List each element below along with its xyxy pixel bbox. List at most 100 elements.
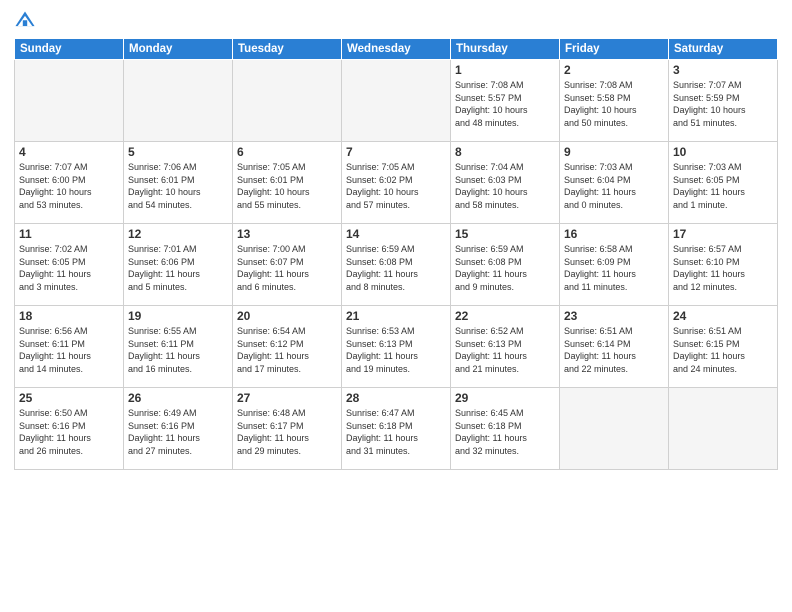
- calendar-cell: 8 Sunrise: 7:04 AM Sunset: 6:03 PM Daylig…: [451, 142, 560, 224]
- calendar-cell: 17 Sunrise: 6:57 AM Sunset: 6:10 PM Dayli…: [669, 224, 778, 306]
- calendar-cell: 22 Sunrise: 6:52 AM Sunset: 6:13 PM Dayli…: [451, 306, 560, 388]
- calendar-row: 1Sunrise: 7:08 AM Sunset: 5:57 PM Daylig…: [15, 60, 778, 142]
- cell-info: Sunrise: 6:45 AM Sunset: 6:18 PM Dayligh…: [455, 407, 555, 457]
- logo-icon: [14, 10, 36, 32]
- calendar: SundayMondayTuesdayWednesdayThursdayFrid…: [14, 38, 778, 470]
- calendar-cell: 14 Sunrise: 6:59 AM Sunset: 6:08 PM Dayli…: [342, 224, 451, 306]
- calendar-cell: 4 Sunrise: 7:07 AM Sunset: 6:00 PM Daylig…: [15, 142, 124, 224]
- calendar-cell: 5 Sunrise: 7:06 AM Sunset: 6:01 PM Daylig…: [124, 142, 233, 224]
- day-number: 26: [128, 391, 228, 405]
- day-header-saturday: Saturday: [669, 39, 778, 60]
- day-number: 3: [673, 63, 773, 77]
- cell-info: Sunrise: 6:51 AM Sunset: 6:14 PM Dayligh…: [564, 325, 664, 375]
- day-number: 15: [455, 227, 555, 241]
- calendar-cell: [124, 60, 233, 142]
- calendar-cell: 18 Sunrise: 6:56 AM Sunset: 6:11 PM Dayli…: [15, 306, 124, 388]
- day-number: 25: [19, 391, 119, 405]
- calendar-cell: 23Sunrise: 6:51 AM Sunset: 6:14 PM Dayli…: [560, 306, 669, 388]
- cell-info: Sunrise: 6:50 AM Sunset: 6:16 PM Dayligh…: [19, 407, 119, 457]
- cell-info: Sunrise: 7:02 AM Sunset: 6:05 PM Dayligh…: [19, 243, 119, 293]
- day-number: 27: [237, 391, 337, 405]
- cell-info: Sunrise: 6:58 AM Sunset: 6:09 PM Dayligh…: [564, 243, 664, 293]
- calendar-cell: [342, 60, 451, 142]
- calendar-cell: 24 Sunrise: 6:51 AM Sunset: 6:15 PM Dayli…: [669, 306, 778, 388]
- day-number: 2: [564, 63, 664, 77]
- cell-info: Sunrise: 6:52 AM Sunset: 6:13 PM Dayligh…: [455, 325, 555, 375]
- cell-info: Sunrise: 7:04 AM Sunset: 6:03 PM Dayligh…: [455, 161, 555, 211]
- cell-info: Sunrise: 7:00 AM Sunset: 6:07 PM Dayligh…: [237, 243, 337, 293]
- logo: [14, 10, 40, 32]
- day-number: 29: [455, 391, 555, 405]
- calendar-cell: 28 Sunrise: 6:47 AM Sunset: 6:18 PM Dayli…: [342, 388, 451, 470]
- day-header-tuesday: Tuesday: [233, 39, 342, 60]
- day-header-monday: Monday: [124, 39, 233, 60]
- calendar-cell: 2 Sunrise: 7:08 AM Sunset: 5:58 PM Daylig…: [560, 60, 669, 142]
- day-number: 19: [128, 309, 228, 323]
- day-number: 16: [564, 227, 664, 241]
- day-number: 8: [455, 145, 555, 159]
- header: [14, 10, 778, 32]
- calendar-cell: 27 Sunrise: 6:48 AM Sunset: 6:17 PM Dayli…: [233, 388, 342, 470]
- cell-info: Sunrise: 7:03 AM Sunset: 6:04 PM Dayligh…: [564, 161, 664, 211]
- cell-info: Sunrise: 6:51 AM Sunset: 6:15 PM Dayligh…: [673, 325, 773, 375]
- calendar-cell: 26 Sunrise: 6:49 AM Sunset: 6:16 PM Dayli…: [124, 388, 233, 470]
- calendar-cell: 6 Sunrise: 7:05 AM Sunset: 6:01 PM Daylig…: [233, 142, 342, 224]
- day-number: 9: [564, 145, 664, 159]
- calendar-cell: 7Sunrise: 7:05 AM Sunset: 6:02 PM Daylig…: [342, 142, 451, 224]
- cell-info: Sunrise: 6:55 AM Sunset: 6:11 PM Dayligh…: [128, 325, 228, 375]
- day-header-sunday: Sunday: [15, 39, 124, 60]
- day-number: 22: [455, 309, 555, 323]
- calendar-row: 18 Sunrise: 6:56 AM Sunset: 6:11 PM Dayli…: [15, 306, 778, 388]
- day-header-wednesday: Wednesday: [342, 39, 451, 60]
- cell-info: Sunrise: 6:54 AM Sunset: 6:12 PM Dayligh…: [237, 325, 337, 375]
- calendar-cell: 16 Sunrise: 6:58 AM Sunset: 6:09 PM Dayli…: [560, 224, 669, 306]
- cell-info: Sunrise: 7:05 AM Sunset: 6:02 PM Dayligh…: [346, 161, 446, 211]
- calendar-cell: [233, 60, 342, 142]
- day-header-friday: Friday: [560, 39, 669, 60]
- calendar-cell: [669, 388, 778, 470]
- calendar-cell: 19 Sunrise: 6:55 AM Sunset: 6:11 PM Dayli…: [124, 306, 233, 388]
- calendar-cell: 25 Sunrise: 6:50 AM Sunset: 6:16 PM Dayli…: [15, 388, 124, 470]
- cell-info: Sunrise: 7:01 AM Sunset: 6:06 PM Dayligh…: [128, 243, 228, 293]
- day-number: 6: [237, 145, 337, 159]
- day-number: 4: [19, 145, 119, 159]
- calendar-row: 11 Sunrise: 7:02 AM Sunset: 6:05 PM Dayli…: [15, 224, 778, 306]
- calendar-cell: 11 Sunrise: 7:02 AM Sunset: 6:05 PM Dayli…: [15, 224, 124, 306]
- calendar-cell: 21 Sunrise: 6:53 AM Sunset: 6:13 PM Dayli…: [342, 306, 451, 388]
- day-number: 11: [19, 227, 119, 241]
- cell-info: Sunrise: 6:59 AM Sunset: 6:08 PM Dayligh…: [346, 243, 446, 293]
- cell-info: Sunrise: 6:47 AM Sunset: 6:18 PM Dayligh…: [346, 407, 446, 457]
- cell-info: Sunrise: 6:53 AM Sunset: 6:13 PM Dayligh…: [346, 325, 446, 375]
- cell-info: Sunrise: 7:06 AM Sunset: 6:01 PM Dayligh…: [128, 161, 228, 211]
- day-number: 24: [673, 309, 773, 323]
- calendar-cell: [560, 388, 669, 470]
- day-number: 10: [673, 145, 773, 159]
- cell-info: Sunrise: 7:08 AM Sunset: 5:58 PM Dayligh…: [564, 79, 664, 129]
- day-number: 14: [346, 227, 446, 241]
- cell-info: Sunrise: 6:56 AM Sunset: 6:11 PM Dayligh…: [19, 325, 119, 375]
- day-number: 21: [346, 309, 446, 323]
- day-number: 12: [128, 227, 228, 241]
- day-number: 17: [673, 227, 773, 241]
- cell-info: Sunrise: 6:49 AM Sunset: 6:16 PM Dayligh…: [128, 407, 228, 457]
- cell-info: Sunrise: 7:05 AM Sunset: 6:01 PM Dayligh…: [237, 161, 337, 211]
- cell-info: Sunrise: 7:08 AM Sunset: 5:57 PM Dayligh…: [455, 79, 555, 129]
- day-header-thursday: Thursday: [451, 39, 560, 60]
- cell-info: Sunrise: 7:07 AM Sunset: 6:00 PM Dayligh…: [19, 161, 119, 211]
- calendar-cell: 20Sunrise: 6:54 AM Sunset: 6:12 PM Dayli…: [233, 306, 342, 388]
- cell-info: Sunrise: 6:48 AM Sunset: 6:17 PM Dayligh…: [237, 407, 337, 457]
- day-number: 5: [128, 145, 228, 159]
- cell-info: Sunrise: 6:57 AM Sunset: 6:10 PM Dayligh…: [673, 243, 773, 293]
- calendar-cell: 12 Sunrise: 7:01 AM Sunset: 6:06 PM Dayli…: [124, 224, 233, 306]
- day-number: 28: [346, 391, 446, 405]
- calendar-cell: 15Sunrise: 6:59 AM Sunset: 6:08 PM Dayli…: [451, 224, 560, 306]
- page: SundayMondayTuesdayWednesdayThursdayFrid…: [0, 0, 792, 612]
- calendar-cell: 10Sunrise: 7:03 AM Sunset: 6:05 PM Dayli…: [669, 142, 778, 224]
- calendar-cell: 13 Sunrise: 7:00 AM Sunset: 6:07 PM Dayli…: [233, 224, 342, 306]
- day-number: 18: [19, 309, 119, 323]
- calendar-row: 25 Sunrise: 6:50 AM Sunset: 6:16 PM Dayli…: [15, 388, 778, 470]
- day-number: 13: [237, 227, 337, 241]
- calendar-cell: 3Sunrise: 7:07 AM Sunset: 5:59 PM Daylig…: [669, 60, 778, 142]
- calendar-row: 4 Sunrise: 7:07 AM Sunset: 6:00 PM Daylig…: [15, 142, 778, 224]
- calendar-header-row: SundayMondayTuesdayWednesdayThursdayFrid…: [15, 39, 778, 60]
